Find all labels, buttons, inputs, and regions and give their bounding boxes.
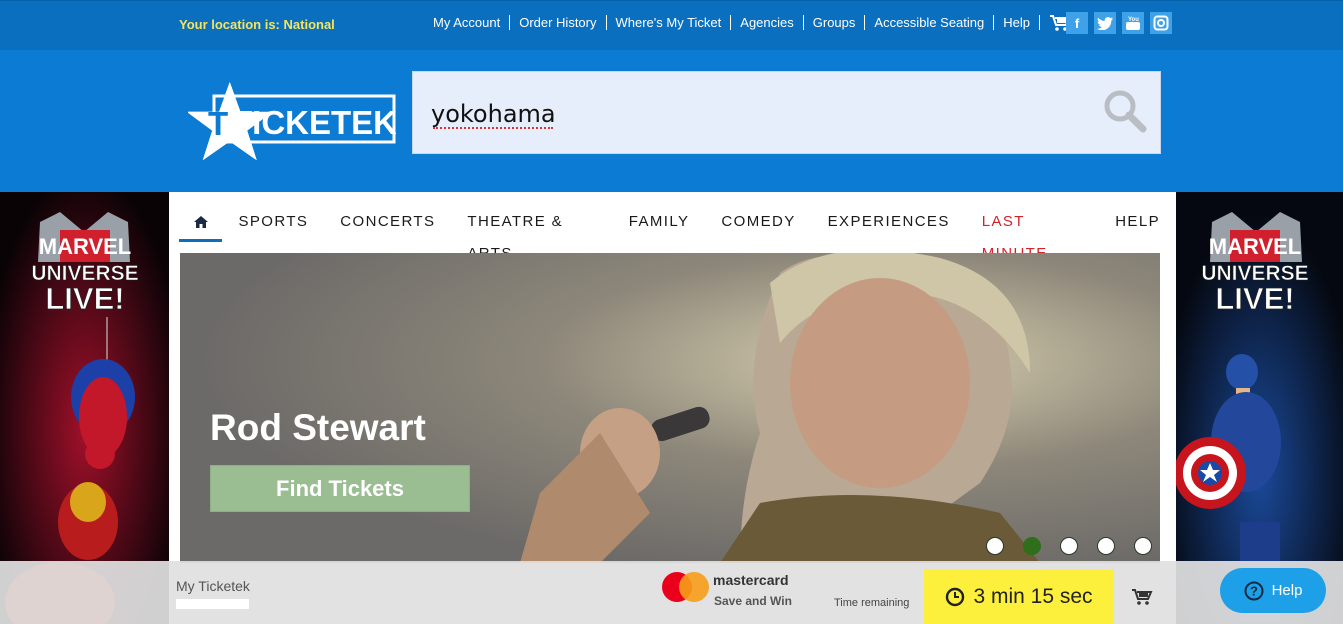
mastercard-sub: Save and Win xyxy=(714,594,792,608)
mastercard-promo[interactable]: mastercard Save and Win xyxy=(662,570,802,616)
nav-comedy[interactable]: COMEDY xyxy=(705,206,811,242)
banner-live: LIVE! xyxy=(45,281,124,316)
header: T TICKETEK xyxy=(0,50,1343,192)
instagram-icon[interactable] xyxy=(1150,12,1172,34)
hero-carousel[interactable]: Rod Stewart Find Tickets xyxy=(180,253,1160,563)
sticky-bottom-bar: My Ticketek mastercard Save and Win Time… xyxy=(0,561,1343,624)
facebook-icon[interactable]: f xyxy=(1066,12,1088,34)
link-help[interactable]: Help xyxy=(994,15,1040,30)
nav-last-minute[interactable]: LAST MINUTE xyxy=(966,206,1099,262)
carousel-dots xyxy=(986,537,1152,555)
svg-text:T: T xyxy=(208,105,228,142)
cart-icon-bottom[interactable] xyxy=(1131,588,1153,611)
banner-marvel-right: MARVEL xyxy=(1209,234,1302,259)
carousel-dot-1[interactable] xyxy=(986,537,1004,555)
nav-theatre-arts[interactable]: THEATRE & ARTS xyxy=(451,206,612,262)
search-box xyxy=(412,71,1161,154)
carousel-dot-2[interactable] xyxy=(1023,537,1041,555)
account-name-placeholder xyxy=(176,599,249,609)
timer-value: 3 min 15 sec xyxy=(973,584,1093,608)
location-label: Your location is: xyxy=(179,17,280,32)
location-indicator[interactable]: Your location is: National xyxy=(179,17,335,32)
help-button[interactable]: ? Help xyxy=(1220,568,1326,613)
time-remaining-label: Time remaining xyxy=(834,597,910,609)
nav-family[interactable]: FAMILY xyxy=(613,206,706,242)
nav-home[interactable] xyxy=(179,206,223,242)
logo-text: TICKETEK xyxy=(232,104,396,141)
link-groups[interactable]: Groups xyxy=(804,15,866,30)
link-accessible-seating[interactable]: Accessible Seating xyxy=(865,15,995,30)
mastercard-logo-orange xyxy=(679,572,709,602)
session-timer: 3 min 15 sec xyxy=(924,569,1114,624)
main-content: SPORTS CONCERTS THEATRE & ARTS FAMILY CO… xyxy=(169,192,1176,624)
svg-text:You: You xyxy=(1128,17,1139,23)
link-my-account[interactable]: My Account xyxy=(425,15,511,30)
marvel-banner-left[interactable]: MARVEL UNIVERSE LIVE! xyxy=(0,192,169,624)
link-order-history[interactable]: Order History xyxy=(510,15,607,30)
nav-help[interactable]: HELP xyxy=(1099,206,1176,242)
account-links: My Account Order History Where's My Tick… xyxy=(425,14,1081,31)
hero-title: Rod Stewart xyxy=(210,407,426,448)
carousel-dot-4[interactable] xyxy=(1097,537,1115,555)
carousel-dot-5[interactable] xyxy=(1134,537,1152,555)
my-ticketek-link[interactable]: My Ticketek xyxy=(176,578,250,594)
carousel-dot-3[interactable] xyxy=(1060,537,1078,555)
spellcheck-underline xyxy=(433,127,553,129)
ticketek-logo[interactable]: T TICKETEK xyxy=(186,78,397,164)
svg-text:?: ? xyxy=(1250,583,1258,598)
location-value[interactable]: National xyxy=(284,17,335,32)
twitter-icon[interactable] xyxy=(1094,12,1116,34)
marvel-banner-right[interactable]: MARVEL UNIVERSE LIVE! xyxy=(1176,192,1343,624)
link-wheres-my-ticket[interactable]: Where's My Ticket xyxy=(607,15,732,30)
help-label: Help xyxy=(1271,582,1303,599)
find-tickets-button[interactable]: Find Tickets xyxy=(210,465,470,512)
mastercard-label: mastercard xyxy=(713,572,789,588)
top-utility-bar: Your location is: National My Account Or… xyxy=(0,0,1343,50)
youtube-icon[interactable]: You xyxy=(1122,12,1144,34)
nav-experiences[interactable]: EXPERIENCES xyxy=(812,206,966,242)
home-icon xyxy=(193,216,208,228)
search-icon[interactable] xyxy=(1102,88,1148,134)
nav-concerts[interactable]: CONCERTS xyxy=(324,206,451,242)
main-nav: SPORTS CONCERTS THEATRE & ARTS FAMILY CO… xyxy=(179,206,1176,262)
clock-icon xyxy=(946,587,965,606)
nav-sports[interactable]: SPORTS xyxy=(222,206,324,242)
link-agencies[interactable]: Agencies xyxy=(731,15,804,30)
question-icon: ? xyxy=(1244,581,1264,600)
banner-live-right: LIVE! xyxy=(1215,281,1294,316)
banner-marvel: MARVEL xyxy=(39,234,132,259)
